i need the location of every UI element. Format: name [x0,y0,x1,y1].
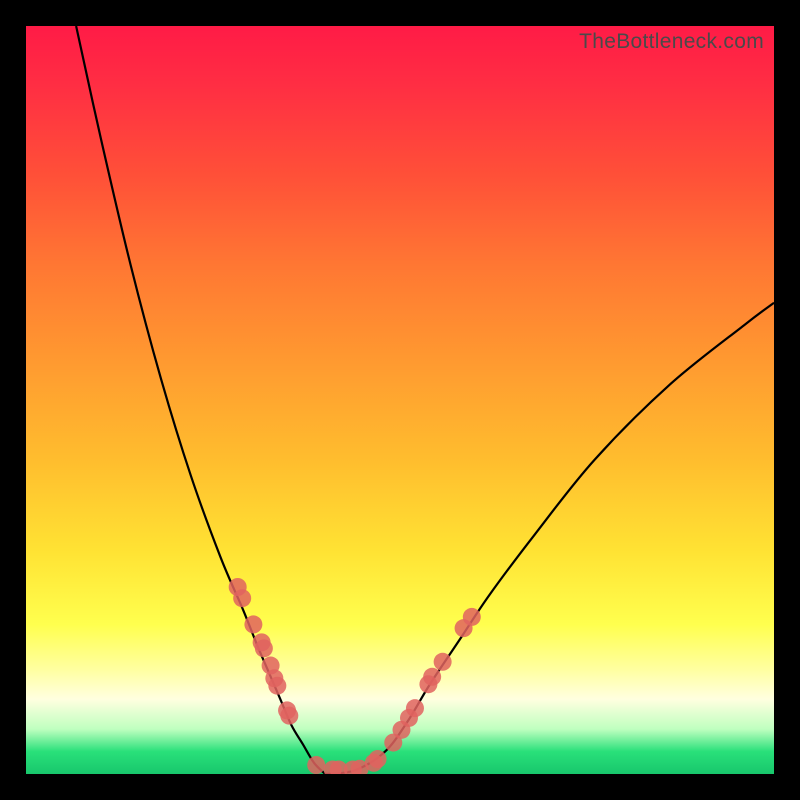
data-point [423,668,441,686]
data-point [255,639,273,657]
plot-area: TheBottleneck.com [26,26,774,774]
data-point [406,699,424,717]
data-point [434,653,452,671]
left-curve [76,26,325,774]
data-point [369,750,387,768]
right-curve [325,303,774,774]
data-point [463,608,481,626]
chart-svg [26,26,774,774]
watermark-text: TheBottleneck.com [579,30,764,54]
data-point [280,707,298,725]
data-dots [229,578,481,774]
data-point [233,589,251,607]
data-point [244,615,262,633]
data-point [268,677,286,695]
data-point [307,756,325,774]
curve-group [76,26,774,774]
chart-frame: TheBottleneck.com [0,0,800,800]
